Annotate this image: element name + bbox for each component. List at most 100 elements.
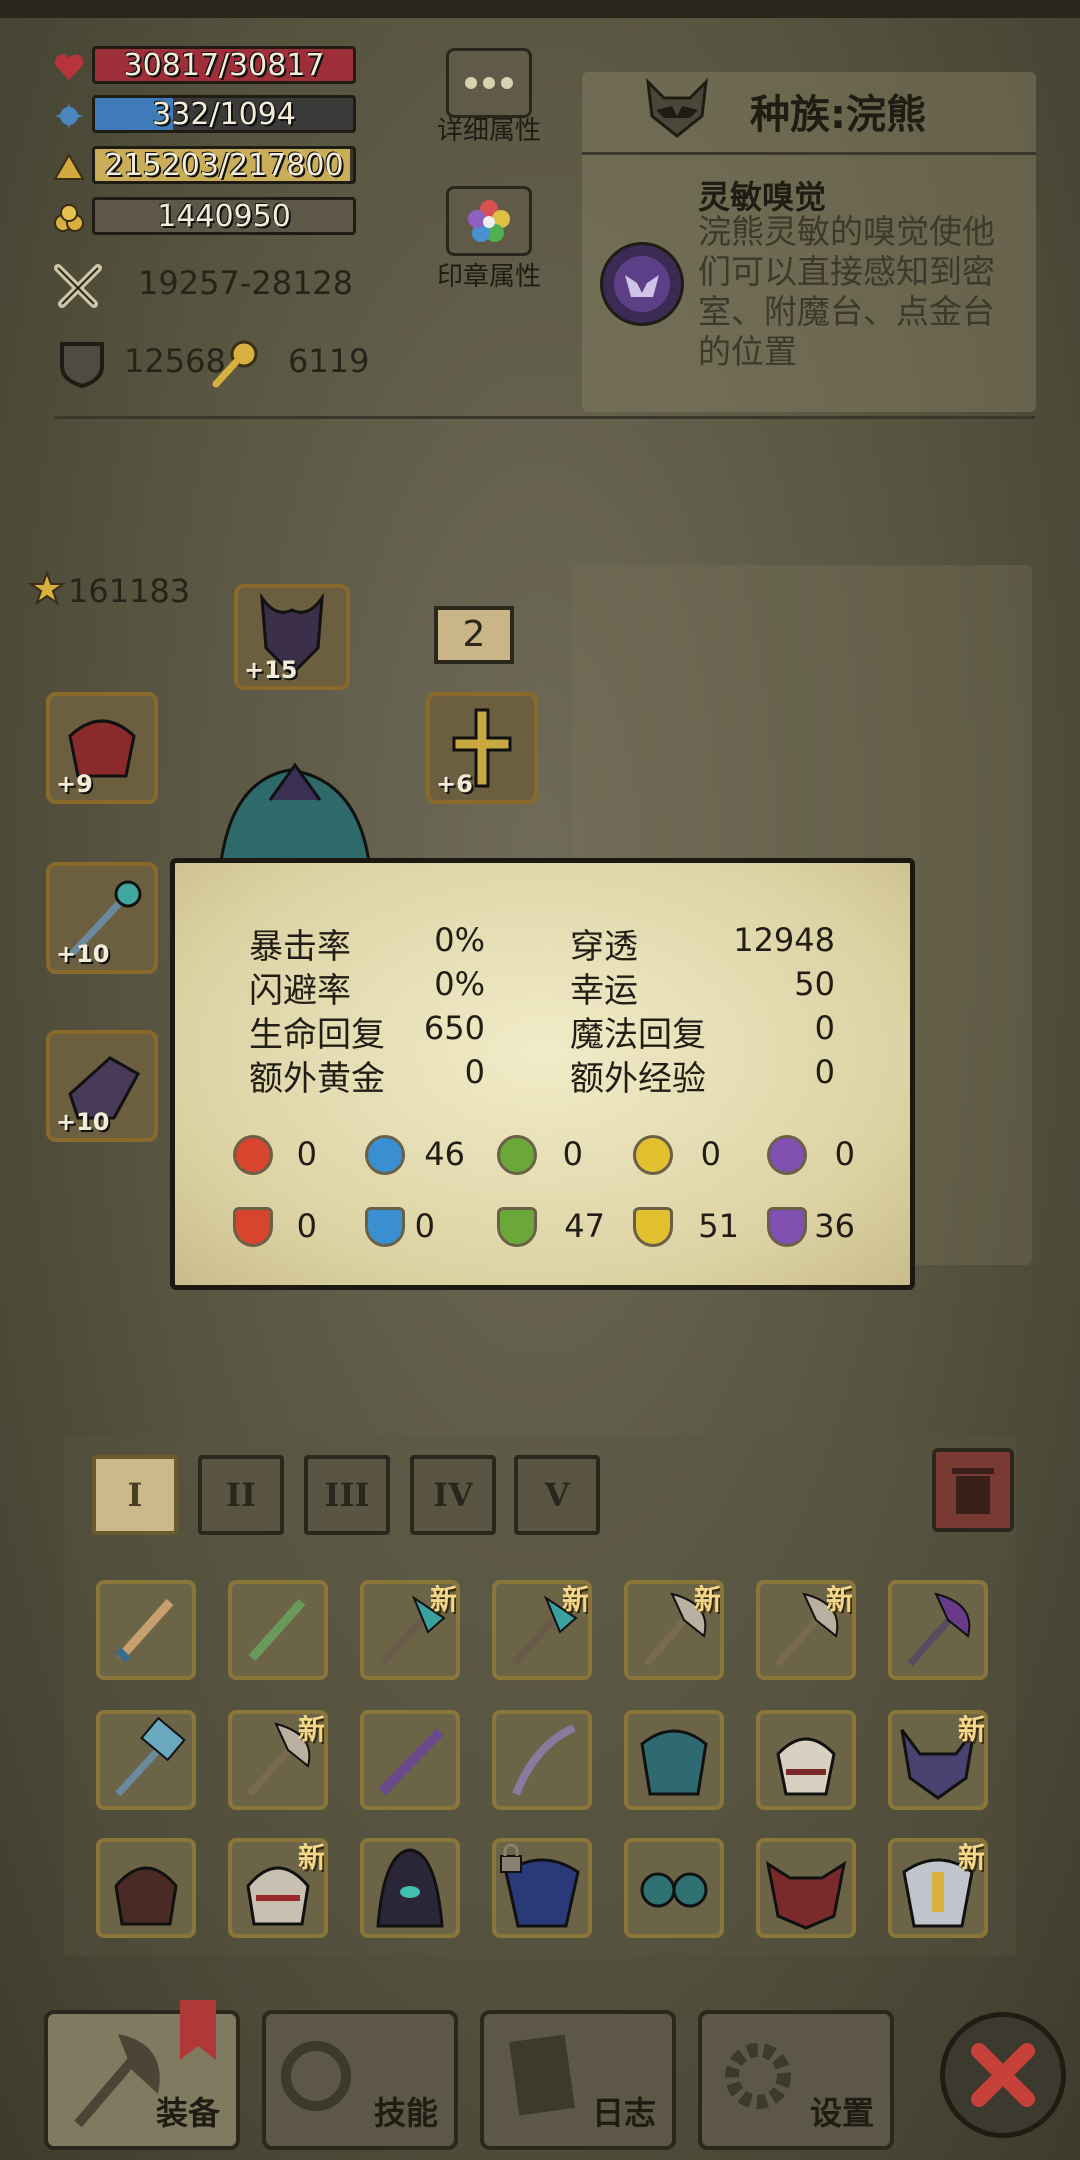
inventory-item-hammer[interactable]	[96, 1710, 196, 1810]
hp-value: 30817/30817	[123, 48, 325, 83]
inventory-item-locked-armor[interactable]	[492, 1838, 592, 1938]
gold-bar: 1440950	[92, 197, 356, 235]
inventory-item-silver-armor[interactable]: 新	[888, 1838, 988, 1938]
water-attack-icon	[365, 1135, 405, 1175]
green-dagger-icon	[248, 1599, 306, 1661]
curved-blade-icon	[512, 1724, 576, 1796]
attr-label: 幸运	[570, 971, 638, 1011]
purple-sword-icon	[378, 1728, 444, 1796]
new-badge: 新	[957, 1713, 986, 1746]
key-value: 6119	[288, 342, 370, 380]
red-mask-icon	[765, 1860, 847, 1930]
inventory-item-axe-1[interactable]: 新	[360, 1580, 460, 1680]
light-resist-value: 51	[698, 1207, 739, 1245]
inventory-item-axe-2[interactable]: 新	[492, 1580, 592, 1680]
attr-value: 0%	[434, 965, 485, 1003]
mp-value: 332/1094	[152, 97, 296, 132]
attr-label: 闪避率	[249, 971, 351, 1011]
heart-icon	[54, 54, 84, 80]
mana-icon	[55, 102, 83, 130]
inventory-item-red-mask[interactable]	[756, 1838, 856, 1938]
amulet-slot[interactable]: +6	[426, 692, 538, 804]
inventory-item-battleaxe-2[interactable]: 新	[756, 1580, 856, 1680]
exp-bar: 215203/217800	[92, 146, 356, 184]
inventory-item-purple-axe[interactable]	[888, 1580, 988, 1680]
purple-axe-icon	[907, 1592, 971, 1667]
attack-value: 19257-28128	[138, 264, 354, 302]
nav-log-button[interactable]: 日志	[480, 2010, 676, 2150]
inventory-item-green-dagger[interactable]	[228, 1580, 328, 1680]
inventory-item-white-helm[interactable]: 新	[228, 1838, 328, 1938]
tab-page-2[interactable]: II	[198, 1455, 284, 1535]
gold-value: 1440950	[157, 199, 291, 234]
inventory-item-curved-blade[interactable]	[492, 1710, 592, 1810]
new-badge: 新	[825, 1583, 854, 1616]
nav-skill-label: 技能	[373, 2094, 438, 2132]
inventory-item-dagger[interactable]	[96, 1580, 196, 1680]
attr-label: 穿透	[570, 927, 638, 967]
count-badge: 2	[434, 606, 514, 664]
nav-settings-label: 设置	[809, 2094, 874, 2132]
race-divider	[582, 152, 1036, 155]
inventory-item-hood[interactable]	[360, 1838, 460, 1938]
nav-log-label: 日志	[591, 2094, 656, 2132]
crossed-swords-icon	[54, 264, 102, 308]
detail-attributes-button[interactable]	[446, 48, 532, 118]
top-border	[0, 0, 1080, 18]
attributes-popup: 暴击率 0% 穿透 12948 闪避率 0% 幸运 50 生命回复 650 魔法…	[170, 858, 915, 1290]
trash-button[interactable]	[932, 1448, 1014, 1532]
dark-hood-icon	[376, 1848, 444, 1928]
inventory-item-skull-helm[interactable]	[756, 1710, 856, 1810]
lock-icon	[500, 1843, 522, 1873]
glove-level: +10	[56, 1108, 110, 1136]
exp-triangle-icon	[53, 153, 85, 180]
stats-divider	[55, 416, 1035, 419]
dark-attack-value: 0	[834, 1135, 855, 1173]
inventory-item-goggles[interactable]	[624, 1838, 724, 1938]
tab-page-3[interactable]: III	[304, 1455, 390, 1535]
mp-bar: 332/1094	[92, 95, 356, 133]
glove-slot[interactable]: +10	[46, 1030, 158, 1142]
goggles-icon	[640, 1872, 708, 1908]
shoulder-level: +9	[56, 770, 93, 798]
close-button[interactable]	[940, 2012, 1066, 2138]
new-badge: 新	[693, 1583, 722, 1616]
race-title: 种族:浣熊	[750, 92, 926, 138]
attr-value: 50	[794, 965, 835, 1003]
leaf-resist-value: 47	[564, 1207, 605, 1245]
inventory-item-purple-sword[interactable]	[360, 1710, 460, 1810]
attr-value: 0	[464, 1053, 485, 1091]
new-badge: 新	[561, 1583, 590, 1616]
staff-slot[interactable]: +10	[46, 862, 158, 974]
leaf-attack-value: 0	[562, 1135, 583, 1173]
tab-page-5[interactable]: V	[514, 1455, 600, 1535]
nav-settings-button[interactable]: 设置	[698, 2010, 894, 2150]
teal-armor-icon	[640, 1729, 708, 1796]
nav-skill-button[interactable]: 技能	[262, 2010, 458, 2150]
shoulder-slot[interactable]: +9	[46, 692, 158, 804]
tab-page-1[interactable]: I	[92, 1455, 178, 1535]
key-icon	[212, 340, 258, 388]
light-resist-icon	[633, 1207, 673, 1247]
raccoon-head-icon	[646, 77, 708, 138]
inventory-item-teal-armor[interactable]	[624, 1710, 724, 1810]
skill-sniff-icon	[600, 242, 684, 326]
skill-description: 浣熊灵敏的嗅觉使他们可以直接感知到密室、附魔台、点金台的位置	[698, 212, 995, 371]
star-icon	[28, 570, 66, 606]
tab-page-4[interactable]: IV	[410, 1455, 496, 1535]
attr-value: 12948	[733, 921, 835, 959]
helmet-slot[interactable]: +15	[234, 584, 350, 690]
nav-equip-button[interactable]: 装备	[44, 2000, 240, 2150]
inventory-item-horned-mask[interactable]: 新	[888, 1710, 988, 1810]
inventory-item-battleaxe-3[interactable]: 新	[228, 1710, 328, 1810]
inventory-item-red-helm[interactable]	[96, 1838, 196, 1938]
seal-attributes-button[interactable]	[446, 186, 532, 256]
detail-attributes-label: 详细属性	[436, 116, 541, 146]
leaf-resist-icon	[497, 1207, 537, 1247]
dark-resist-value: 36	[814, 1207, 855, 1245]
inventory-item-battleaxe-1[interactable]: 新	[624, 1580, 724, 1680]
skull-helmet-icon	[776, 1737, 836, 1796]
red-helmet-icon	[114, 1866, 178, 1926]
staff-level: +10	[56, 940, 110, 968]
fire-attack-value: 0	[296, 1135, 317, 1173]
